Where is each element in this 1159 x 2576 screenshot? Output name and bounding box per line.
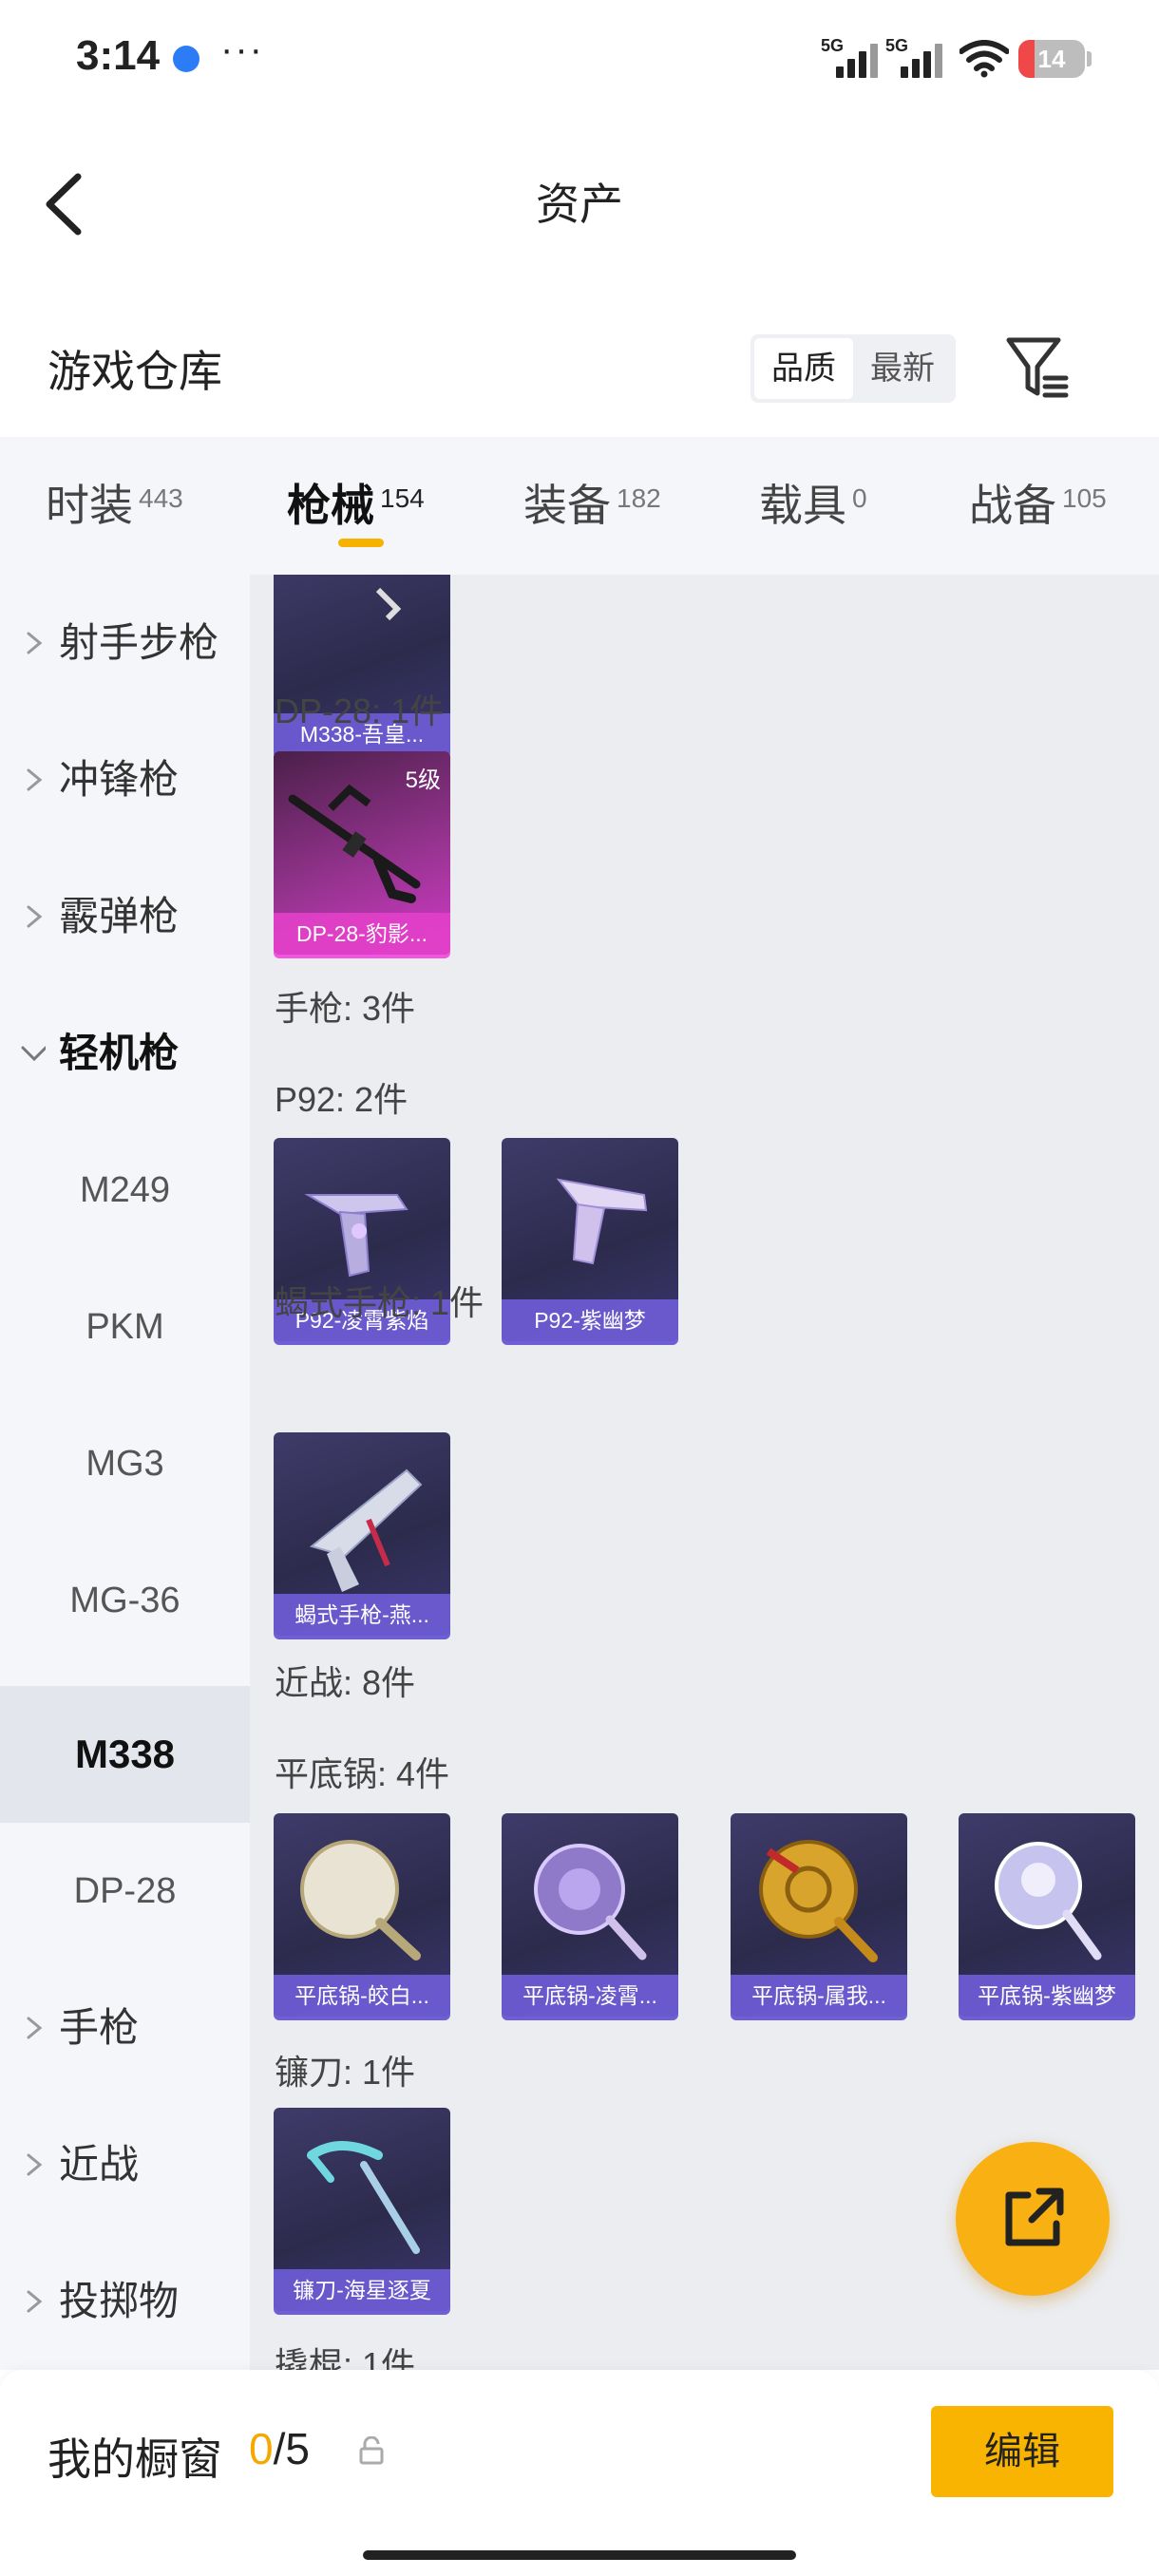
- chevron-right-icon: [27, 2290, 43, 2313]
- showcase-label: 我的橱窗: [48, 2434, 222, 2484]
- item-card-pan-2[interactable]: 平底锅-凌霄...: [502, 1813, 678, 2017]
- chevron-down-icon: [21, 1046, 46, 1062]
- sidebar-subitem-m338[interactable]: M338: [0, 1686, 250, 1823]
- share-external-icon: [1005, 2188, 1064, 2246]
- sort-newest-button[interactable]: 最新: [853, 338, 952, 399]
- chevron-right-icon: [27, 768, 43, 791]
- chevron-right-icon: [27, 2153, 43, 2176]
- tab-combat-gear[interactable]: 战备 105: [969, 437, 1107, 575]
- lock-icon: [359, 2436, 384, 2465]
- sidebar-item-lmg[interactable]: 轻机枪: [0, 985, 250, 1122]
- chevron-left-icon[interactable]: [38, 171, 95, 237]
- item-card-sickle[interactable]: 镰刀-海星逐夏: [274, 2108, 450, 2311]
- sidebar-item-shotgun[interactable]: 霰弹枪: [0, 848, 250, 985]
- sidebar-subitem-dp28[interactable]: DP-28: [0, 1823, 250, 1960]
- section-label-sickle: 镰刀: 1件: [275, 2053, 416, 2092]
- item-list: M338-吾皇... DP-28: 1件 5级 DP-28-豹影... 手枪: …: [250, 575, 1159, 2370]
- status-time: 3:14: [76, 32, 161, 79]
- filter-list-icon[interactable]: [1005, 334, 1070, 401]
- sidebar-item-marksman-rifle[interactable]: 射手步枪: [0, 575, 250, 711]
- sidebar: 射手步枪 冲锋枪 霰弹枪 轻机枪 M249 PKM MG3 MG-36 M338…: [0, 575, 250, 2370]
- warehouse-title: 游戏仓库: [48, 347, 222, 396]
- category-tabs: 时装 443 枪械 154 装备 182 载具 0 战备 105: [0, 437, 1159, 575]
- chevron-right-icon: [27, 632, 43, 654]
- item-card-dp28[interactable]: 5级 DP-28-豹影...: [274, 751, 450, 955]
- share-button[interactable]: [956, 2142, 1110, 2296]
- status-bar: 3:14 ··· 5G 5G 14: [0, 0, 1159, 114]
- sidebar-item-pistol[interactable]: 手枪: [0, 1960, 250, 2096]
- sort-quality-button[interactable]: 品质: [754, 338, 853, 399]
- chevron-right-icon: [27, 905, 43, 928]
- nav-header: 资产: [0, 142, 1159, 266]
- tab-firearms[interactable]: 枪械 154: [287, 437, 425, 575]
- item-level-badge: 5级: [405, 767, 441, 793]
- section-label-crowbar: 撬棍: 1件: [275, 2345, 416, 2370]
- section-label-p92: P92: 2件: [275, 1080, 408, 1119]
- home-indicator[interactable]: [363, 2550, 796, 2560]
- item-card-pan-4[interactable]: 平底锅-紫幽梦: [959, 1813, 1135, 2017]
- status-more-icon: ···: [220, 28, 264, 70]
- sidebar-subitem-m249[interactable]: M249: [0, 1122, 250, 1259]
- page-title: 资产: [536, 180, 623, 229]
- item-card-p92-b[interactable]: P92-紫幽梦: [502, 1138, 678, 1341]
- edit-button[interactable]: 编辑: [931, 2406, 1113, 2497]
- wifi-icon: [960, 40, 1009, 78]
- tab-vehicles[interactable]: 载具 0: [759, 437, 867, 575]
- showcase-count: 0/5: [249, 2424, 310, 2473]
- item-card-pan-1[interactable]: 平底锅-皎白...: [274, 1813, 450, 2017]
- sidebar-subitem-pkm[interactable]: PKM: [0, 1259, 250, 1395]
- tab-equipment[interactable]: 装备 182: [523, 437, 661, 575]
- section-label-melee: 近战: 8件: [275, 1663, 416, 1702]
- section-label-pan: 平底锅: 4件: [275, 1754, 450, 1793]
- sort-toggle: 品质 最新: [750, 334, 956, 403]
- item-card-scorpion[interactable]: 蝎式手枪-燕...: [274, 1432, 450, 1636]
- bottom-bar: 我的橱窗 0/5 编辑: [0, 2370, 1159, 2576]
- battery-icon: 14: [1018, 40, 1085, 78]
- section-label-scorpion: 蝎式手枪: 1件: [275, 1283, 484, 1322]
- section-label-pistol: 手枪: 3件: [275, 989, 416, 1028]
- cellular-signal-icon: 5G: [885, 36, 942, 78]
- sidebar-subitem-mg36[interactable]: MG-36: [0, 1532, 250, 1669]
- sidebar-item-smg[interactable]: 冲锋枪: [0, 711, 250, 848]
- sidebar-item-throwables[interactable]: 投掷物: [0, 2233, 250, 2370]
- section-label-dp28: DP-28: 1件: [275, 691, 445, 730]
- sidebar-subitem-mg3[interactable]: MG3: [0, 1395, 250, 1532]
- sidebar-item-melee[interactable]: 近战: [0, 2096, 250, 2233]
- app-notification-icon: [173, 46, 200, 72]
- item-card-pan-3[interactable]: 平底锅-属我...: [731, 1813, 907, 2017]
- active-tab-indicator: [338, 539, 384, 547]
- chevron-right-icon: [27, 2017, 43, 2039]
- tab-fashion[interactable]: 时装 443: [46, 437, 183, 575]
- cellular-signal-icon: 5G: [821, 36, 878, 78]
